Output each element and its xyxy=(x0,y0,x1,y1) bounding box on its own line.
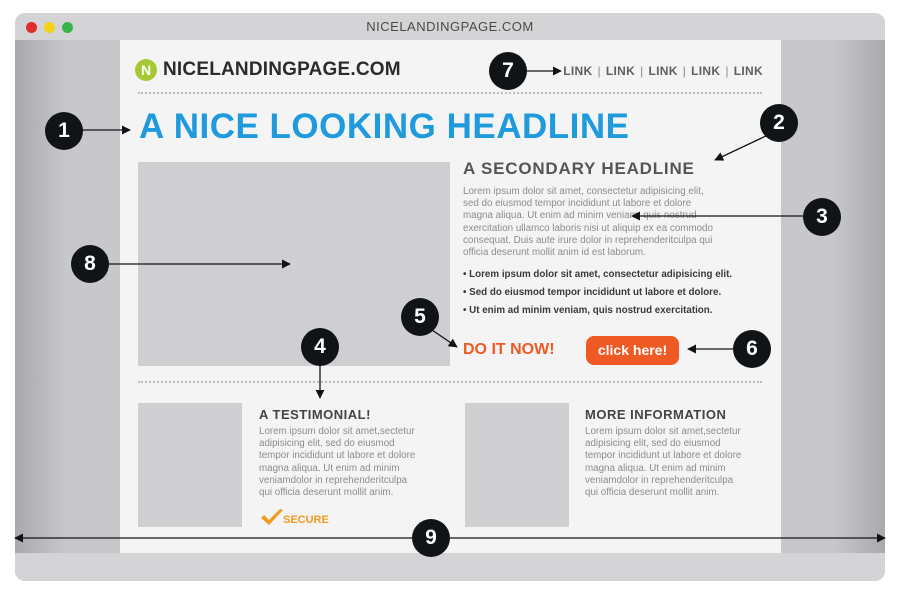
body-line: sed do eiusmod tempor incididunt ut labo… xyxy=(463,198,692,210)
site-logo-text[interactable]: NICELANDINGPAGE.COM xyxy=(163,59,401,81)
testimonial-line: veniamdolor in reprehenderitculpa xyxy=(259,474,408,486)
body-line: exercitation ullamco laboris nisi ut ali… xyxy=(463,222,713,234)
body-paragraph: Lorem ipsum dolor sit amet, consectetur … xyxy=(463,186,768,259)
more-info-line: veniamdolor in reprehenderitculpa xyxy=(585,474,734,486)
callout-badge-2: 2 xyxy=(760,104,798,142)
more-info-line: qui officia deserunt mollit anim. xyxy=(585,487,720,499)
bullet-list: Lorem ipsum dolor sit amet, consectetur … xyxy=(463,268,763,322)
nav-separator: | xyxy=(640,64,644,78)
testimonial-line: magna aliqua. Ut enim ad minim xyxy=(259,462,400,474)
body-line: magna aliqua. Ut enim ad minim veniam, q… xyxy=(463,210,697,222)
nav-link[interactable]: LINK xyxy=(606,64,635,78)
secure-label: SECURE xyxy=(283,514,329,526)
main-headline: A NICE LOOKING HEADLINE xyxy=(139,107,630,146)
callout-badge-9: 9 xyxy=(412,519,450,557)
more-info-line: tempor incididunt ut labore et dolore xyxy=(585,450,742,462)
hero-image-placeholder xyxy=(138,162,450,366)
bullet-item: Sed do eiusmod tempor incididunt ut labo… xyxy=(463,286,763,304)
nav-link[interactable]: LINK xyxy=(691,64,720,78)
callout-badge-7: 7 xyxy=(489,52,527,90)
testimonial-line: Lorem ipsum dolor sit amet,sectetur xyxy=(259,426,415,437)
more-info-text: Lorem ipsum dolor sit amet,sectetur adip… xyxy=(585,426,775,499)
more-info-line: Lorem ipsum dolor sit amet,sectetur xyxy=(585,426,741,437)
testimonial-text: Lorem ipsum dolor sit amet,sectetur adip… xyxy=(259,426,454,499)
callout-badge-8: 8 xyxy=(71,245,109,283)
nav-separator: | xyxy=(725,64,729,78)
testimonial-title: A TESTIMONIAL! xyxy=(259,407,371,422)
callout-badge-4: 4 xyxy=(301,328,339,366)
body-line: consequat. Duis aute irure dolor in repr… xyxy=(463,234,713,246)
callout-badge-5: 5 xyxy=(401,298,439,336)
secondary-headline: A SECONDARY HEADLINE xyxy=(463,159,695,178)
section-divider xyxy=(138,381,762,383)
testimonial-line: tempor incididunt ut labore et dolore xyxy=(259,450,416,462)
callout-badge-3: 3 xyxy=(803,198,841,236)
logo-circle-icon[interactable]: N xyxy=(135,59,157,81)
body-line: Lorem ipsum dolor sit amet, consectetur … xyxy=(463,186,704,197)
testimonial-line: adipisicing elit, sed do eiusmod xyxy=(259,438,395,450)
callout-badge-6: 6 xyxy=(733,330,771,368)
nav-separator: | xyxy=(597,64,601,78)
bullet-item: Lorem ipsum dolor sit amet, consectetur … xyxy=(463,268,763,286)
body-line: officia deserunt mollit anim id est labo… xyxy=(463,247,646,259)
window-title: NICELANDINGPAGE.COM xyxy=(366,19,534,34)
nav-link[interactable]: LINK xyxy=(563,64,592,78)
header-divider xyxy=(138,92,762,94)
cta-text: DO IT NOW! xyxy=(463,341,555,358)
nav-links: LINK | LINK | LINK | LINK | LINK xyxy=(563,64,763,78)
bullet-item: Ut enim ad minim veniam, quis nostrud ex… xyxy=(463,304,763,322)
nav-link[interactable]: LINK xyxy=(649,64,678,78)
testimonial-line: qui officia deserunt mollit anim. xyxy=(259,487,394,499)
more-info-title: MORE INFORMATION xyxy=(585,407,727,422)
more-info-image-placeholder xyxy=(465,403,569,527)
click-here-button[interactable]: click here! xyxy=(586,336,679,365)
title-bar: NICELANDINGPAGE.COM xyxy=(15,13,885,40)
callout-badge-1: 1 xyxy=(45,112,83,150)
status-bar xyxy=(15,553,885,581)
testimonial-image-placeholder xyxy=(138,403,242,527)
nav-separator: | xyxy=(682,64,687,78)
more-info-line: magna aliqua. Ut enim ad minim xyxy=(585,462,726,474)
checkmark-icon xyxy=(261,509,283,525)
nav-link[interactable]: LINK xyxy=(734,64,763,78)
more-info-line: adipisicing elit, sed do eiusmod xyxy=(585,438,721,450)
